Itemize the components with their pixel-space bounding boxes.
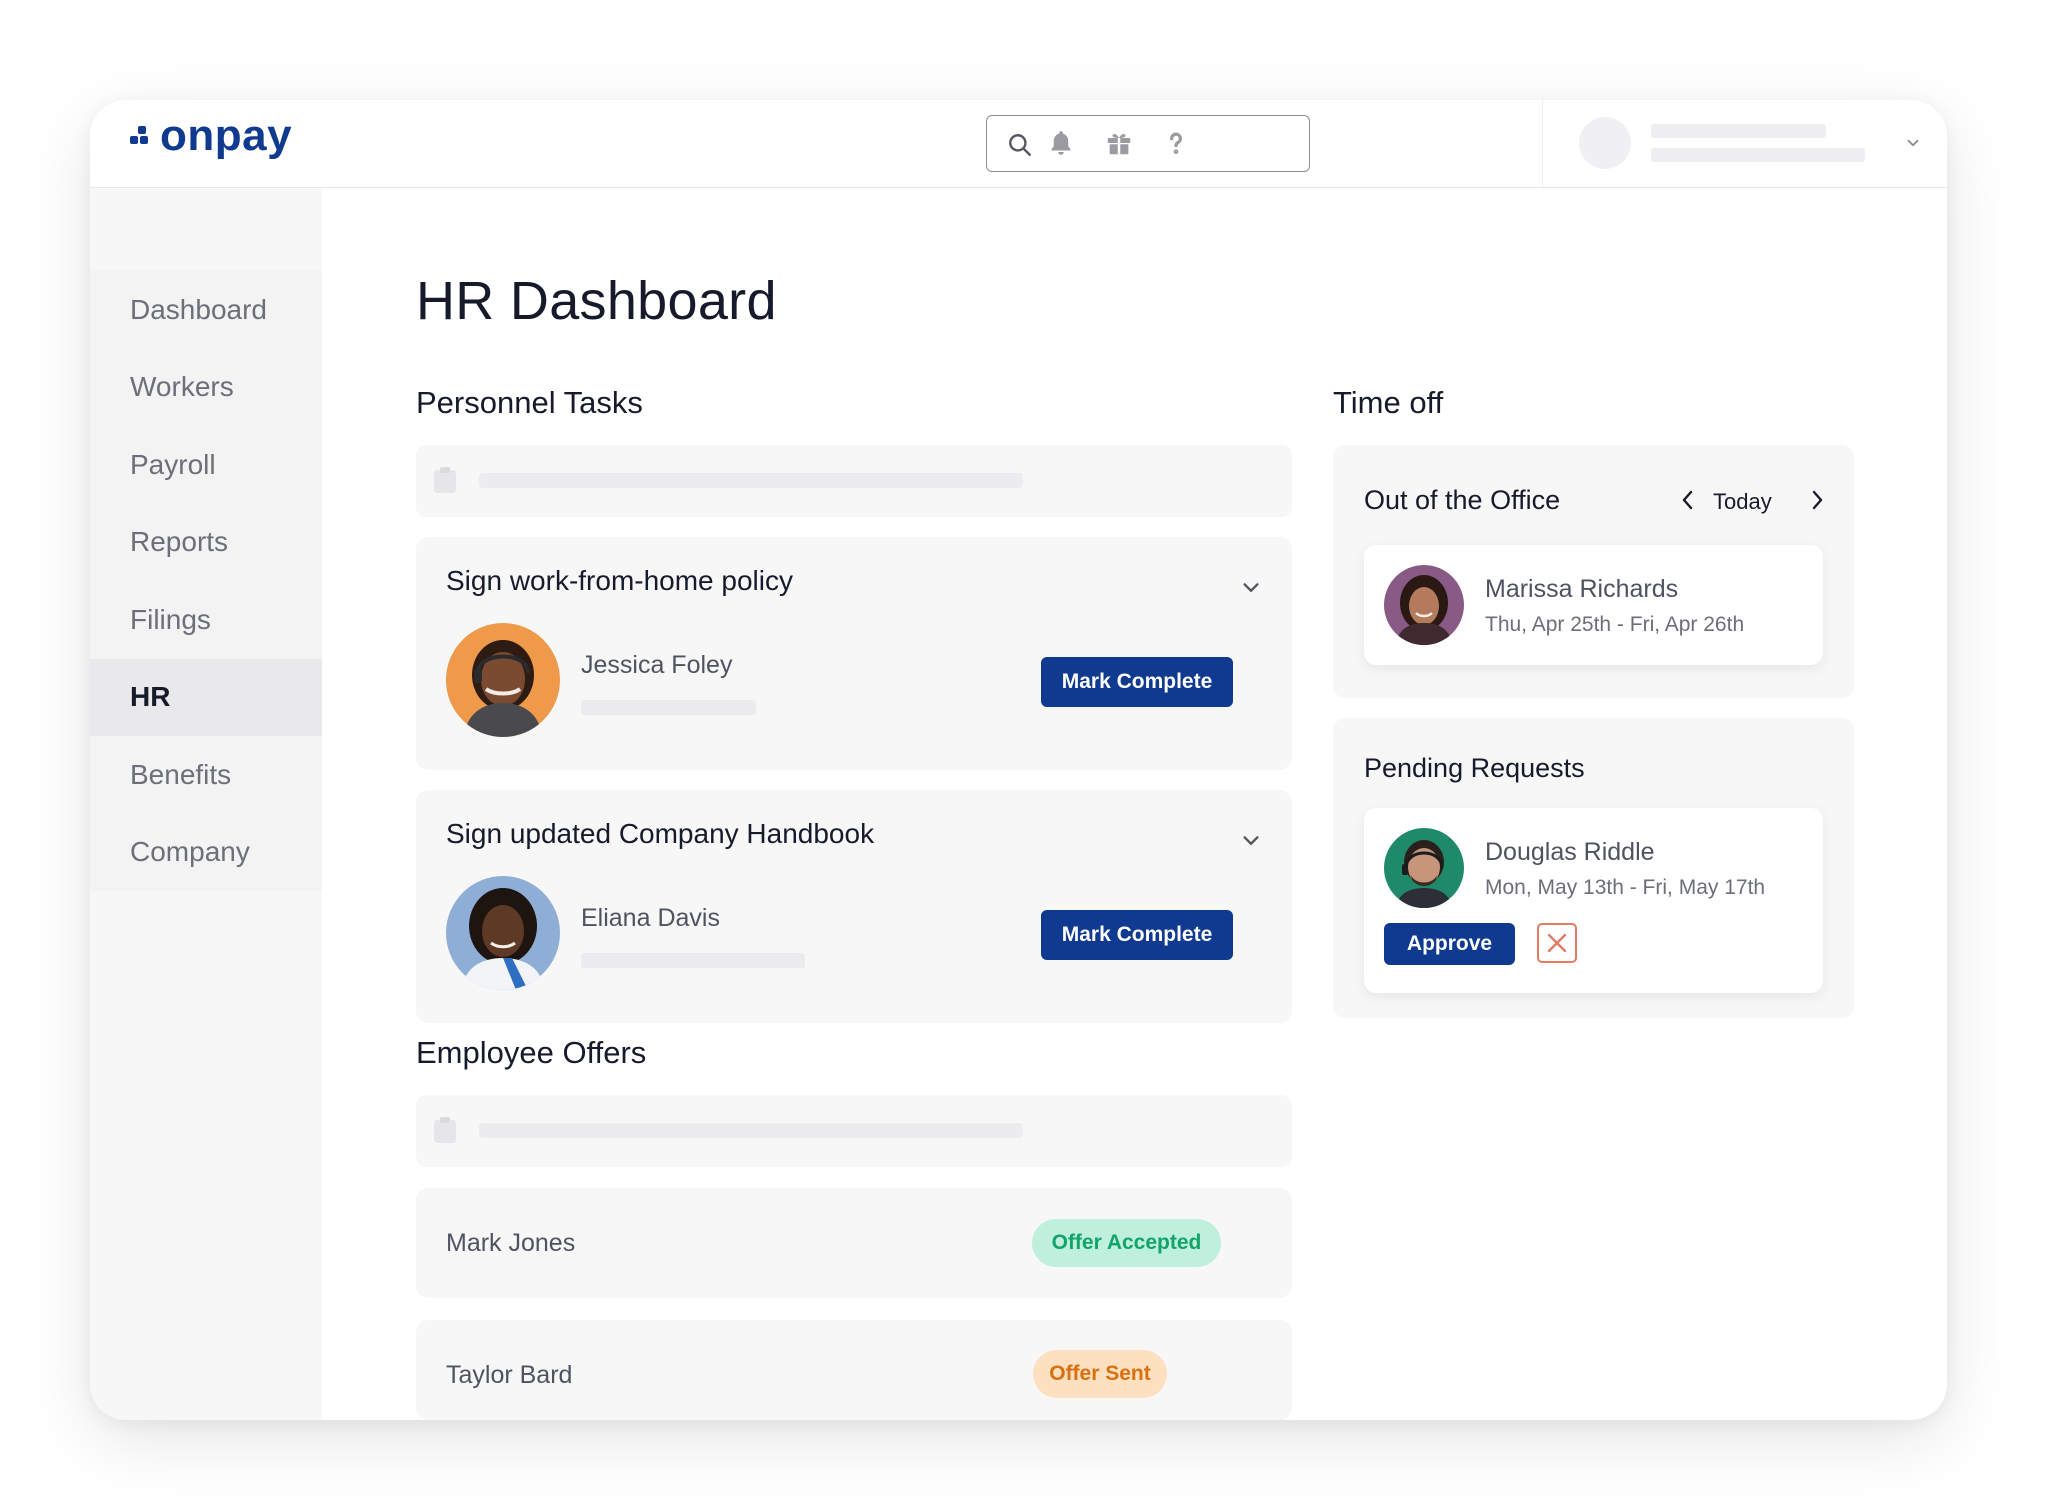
chevron-right-icon[interactable] [1807, 489, 1827, 511]
help-icon[interactable] [1161, 128, 1191, 158]
deny-button[interactable] [1537, 923, 1577, 963]
sidebar-item-dashboard[interactable]: Dashboard [90, 271, 322, 349]
offers-placeholder-row [416, 1095, 1292, 1167]
employee-name: Marissa Richards [1485, 575, 1679, 603]
tasks-placeholder-row [416, 445, 1292, 517]
sidebar-item-reports[interactable]: Reports [90, 504, 322, 582]
chevron-down-icon[interactable] [1240, 830, 1262, 852]
sidebar-item-hr[interactable]: HR [90, 658, 322, 736]
status-badge: Offer Sent [1033, 1350, 1167, 1398]
time-off-title: Time off [1333, 385, 1444, 420]
search-box[interactable] [986, 115, 1310, 172]
gift-icon[interactable] [1104, 128, 1134, 158]
assignee-name: Eliana Davis [581, 904, 720, 932]
assignee-detail-placeholder [581, 953, 805, 968]
offer-row[interactable]: Taylor Bard Offer Sent [416, 1320, 1292, 1420]
clipboard-icon [434, 1117, 456, 1143]
logo-text: onpay [160, 111, 293, 160]
onpay-logo[interactable]: onpay [130, 114, 292, 158]
close-icon [1547, 933, 1567, 953]
mark-complete-button[interactable]: Mark Complete [1041, 910, 1233, 960]
offer-row[interactable]: Mark Jones Offer Accepted [416, 1188, 1292, 1298]
header-divider [1542, 100, 1543, 188]
assignee-name: Jessica Foley [581, 651, 733, 679]
chevron-down-icon[interactable] [1904, 134, 1922, 152]
marissa-richards-avatar [1384, 565, 1464, 645]
pending-request-entry: Douglas Riddle Mon, May 13th - Fri, May … [1364, 808, 1823, 993]
time-off-dates: Mon, May 13th - Fri, May 17th [1485, 876, 1766, 899]
douglas-riddle-avatar [1384, 828, 1464, 908]
sidebar-nav: Dashboard Workers Payroll Reports Filing… [90, 271, 322, 891]
search-icon [1009, 134, 1031, 156]
account-name-placeholder [1651, 124, 1826, 138]
out-of-office-panel: Out of the Office Today Marissa Richards… [1333, 445, 1854, 698]
account-company-placeholder [1651, 148, 1865, 162]
eliana-davis-avatar [446, 876, 560, 990]
placeholder-bar [479, 1123, 1023, 1138]
sidebar-item-workers[interactable]: Workers [90, 349, 322, 427]
pending-requests-title: Pending Requests [1364, 753, 1585, 783]
logo-mark-icon [130, 126, 154, 146]
sidebar-item-payroll[interactable]: Payroll [90, 426, 322, 504]
task-card: Sign work-from-home policy Jessica Foley… [416, 537, 1292, 770]
task-title: Sign work-from-home policy [446, 565, 793, 596]
out-of-office-entry[interactable]: Marissa Richards Thu, Apr 25th - Fri, Ap… [1364, 545, 1823, 665]
today-button[interactable]: Today [1713, 489, 1772, 515]
task-title: Sign updated Company Handbook [446, 818, 875, 849]
top-bar: onpay [90, 100, 1947, 188]
task-card: Sign updated Company Handbook Eliana Dav… [416, 790, 1292, 1023]
chevron-down-icon[interactable] [1240, 577, 1262, 599]
out-of-office-title: Out of the Office [1364, 485, 1561, 515]
offer-candidate-name: Taylor Bard [446, 1361, 573, 1389]
sidebar: Dashboard Workers Payroll Reports Filing… [90, 188, 322, 1420]
user-avatar[interactable] [1579, 117, 1631, 169]
employee-offers-title: Employee Offers [416, 1035, 647, 1070]
assignee-detail-placeholder [581, 700, 756, 715]
placeholder-bar [479, 473, 1023, 488]
clipboard-icon [434, 467, 456, 493]
sidebar-item-filings[interactable]: Filings [90, 581, 322, 659]
pending-requests-panel: Pending Requests Douglas Riddle Mon, May… [1333, 718, 1854, 1018]
offer-candidate-name: Mark Jones [446, 1229, 576, 1257]
bell-icon[interactable] [1046, 128, 1076, 158]
page-title: HR Dashboard [416, 271, 777, 331]
approve-button[interactable]: Approve [1384, 923, 1515, 965]
sidebar-item-benefits[interactable]: Benefits [90, 736, 322, 814]
employee-name: Douglas Riddle [1485, 838, 1655, 866]
chevron-left-icon[interactable] [1678, 489, 1698, 511]
jessica-foley-avatar [446, 623, 560, 737]
mark-complete-button[interactable]: Mark Complete [1041, 657, 1233, 707]
time-off-dates: Thu, Apr 25th - Fri, Apr 26th [1485, 613, 1745, 636]
personnel-tasks-title: Personnel Tasks [416, 385, 643, 420]
sidebar-item-company[interactable]: Company [90, 814, 322, 892]
status-badge: Offer Accepted [1032, 1219, 1221, 1267]
app-window: onpay Dashboard Workers Payroll Reports … [90, 100, 1947, 1420]
